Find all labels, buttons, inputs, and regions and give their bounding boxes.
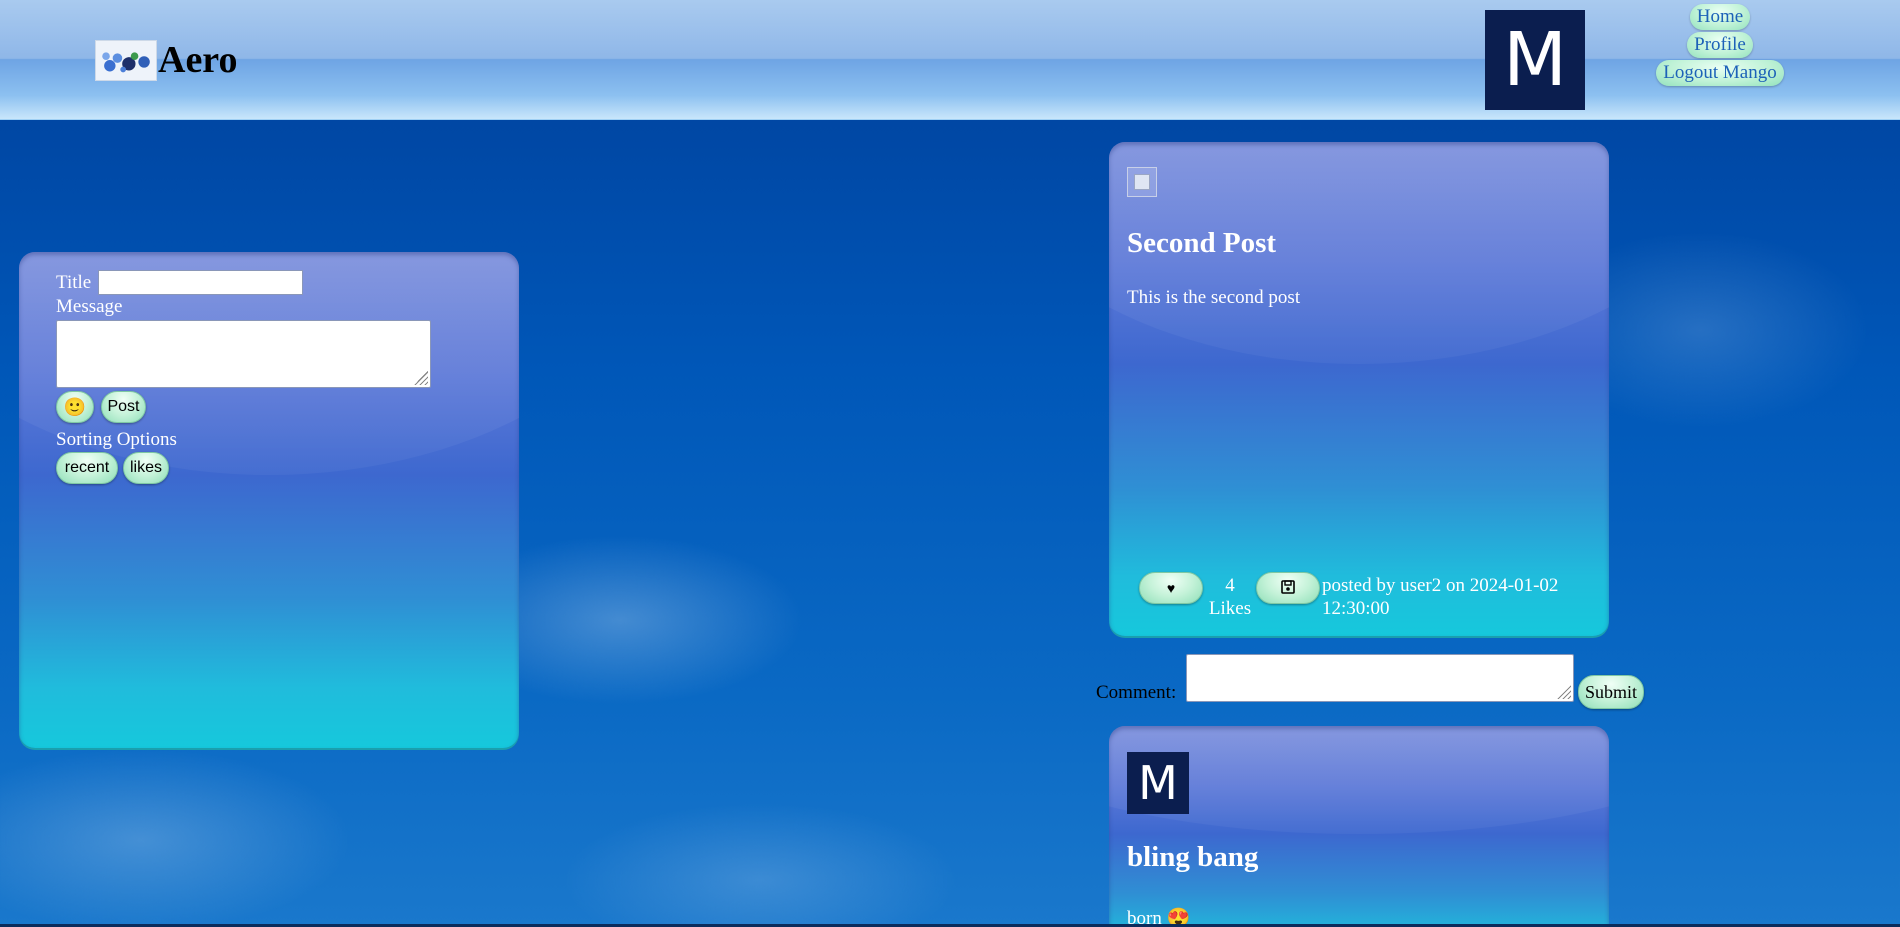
heart-icon: ♥ (1166, 580, 1176, 596)
aero-logo-icon (102, 52, 150, 73)
compose-panel: Title Message 🙂 Post Sorting Options rec… (19, 252, 519, 748)
nav-menu: Home Profile Logout Mango (1650, 4, 1790, 88)
user-avatar[interactable]: M (1485, 10, 1585, 110)
post-card: Second Post This is the second post ♥ 4 … (1109, 142, 1609, 636)
floppy-disk-icon (1281, 580, 1295, 594)
post-avatar: M (1127, 752, 1189, 814)
nav-profile-link[interactable]: Profile (1687, 32, 1753, 58)
post-title: bling bang (1127, 841, 1259, 873)
resize-grip-icon[interactable] (1557, 685, 1571, 699)
sort-likes-button[interactable]: likes (123, 452, 169, 484)
title-input[interactable] (98, 270, 303, 295)
post-title: Second Post (1127, 227, 1277, 259)
post-meta: posted by user2 on 2024-01-02 12:30:00 (1322, 575, 1559, 619)
like-button[interactable]: ♥ (1139, 572, 1203, 604)
nav-logout-link[interactable]: Logout Mango (1656, 60, 1784, 86)
emoji-button[interactable]: 🙂 (56, 391, 94, 423)
nav-home-link[interactable]: Home (1689, 4, 1751, 30)
comment-textarea[interactable] (1186, 654, 1574, 702)
title-label: Title (56, 272, 92, 293)
message-label: Message (56, 296, 123, 317)
save-button[interactable] (1256, 572, 1320, 604)
comment-label: Comment: (1096, 682, 1177, 703)
like-count: 4 Likes (1208, 575, 1252, 619)
resize-grip-icon[interactable] (414, 371, 428, 385)
logo-image (95, 40, 157, 81)
post-body: This is the second post (1127, 287, 1301, 308)
post-button[interactable]: Post (101, 391, 146, 423)
broken-image-icon (1127, 167, 1157, 197)
message-textarea[interactable] (56, 320, 431, 388)
comment-submit-button[interactable]: Submit (1578, 675, 1644, 709)
sorting-options-label: Sorting Options (56, 429, 177, 450)
post-card: M bling bang born 😍 (1109, 726, 1609, 927)
top-header: Aero M Home Profile Logout Mango (0, 0, 1900, 120)
sort-recent-button[interactable]: recent (56, 452, 118, 484)
site-title: Aero (158, 39, 238, 81)
